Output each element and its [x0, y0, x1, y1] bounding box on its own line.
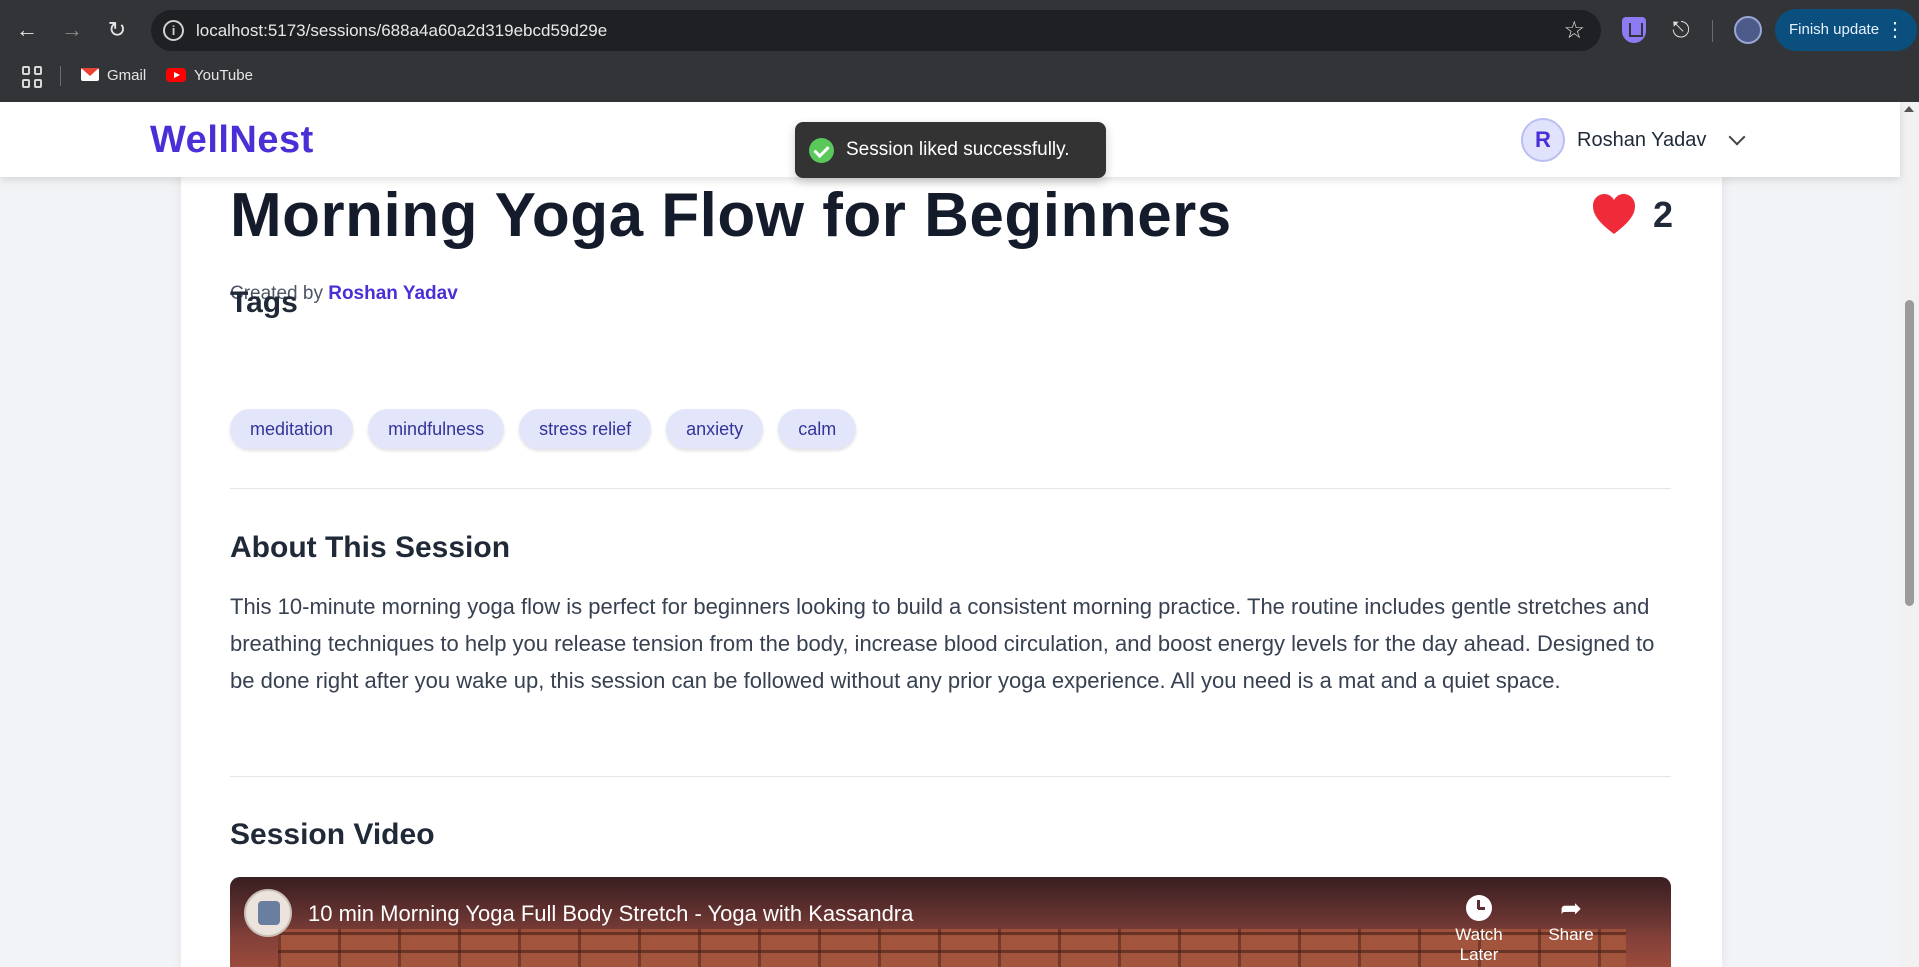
bookmark-label: Gmail — [107, 67, 147, 84]
extension-shield-icon[interactable] — [1622, 17, 1646, 43]
browser-toolbar: ← → ↻ i localhost:5173/sessions/688a4a60… — [0, 0, 1919, 60]
heart-icon[interactable] — [1591, 192, 1637, 236]
watch-later-label: Watch Later — [1455, 925, 1503, 964]
section-divider — [230, 488, 1671, 489]
video-title[interactable]: 10 min Morning Yoga Full Body Stretch - … — [308, 901, 913, 927]
section-divider — [230, 776, 1671, 777]
share-button[interactable]: ➦ Share — [1526, 891, 1616, 945]
tag-chip[interactable]: stress relief — [519, 409, 652, 449]
tag-chip[interactable]: calm — [778, 409, 857, 449]
share-label: Share — [1548, 925, 1594, 944]
clock-icon — [1466, 895, 1492, 921]
bookmarks-bar — [0, 60, 1919, 102]
more-menu-icon: ⋮ — [1885, 19, 1905, 41]
about-description: This 10-minute morning yoga flow is perf… — [230, 594, 1655, 693]
bookmark-gmail[interactable]: Gmail — [81, 65, 146, 87]
session-title: Morning Yoga Flow for Beginners — [230, 181, 1232, 250]
video-heading: Session Video — [230, 818, 435, 851]
apps-grid-icon[interactable] — [22, 66, 44, 88]
bookmark-youtube[interactable]: YouTube — [166, 65, 253, 87]
user-name[interactable]: Roshan Yadav — [1577, 129, 1706, 152]
tag-chip[interactable]: anxiety — [666, 409, 764, 449]
like-count: 2 — [1653, 194, 1674, 235]
tag-chip[interactable]: mindfulness — [368, 409, 505, 449]
watch-later-button[interactable]: Watch Later — [1434, 891, 1524, 965]
success-toast: Session liked successfully. — [795, 122, 1106, 178]
address-bar[interactable]: i localhost:5173/sessions/688a4a60a2d319… — [151, 10, 1601, 51]
scroll-up-arrow-icon[interactable] — [1904, 106, 1914, 112]
extensions-puzzle-icon[interactable]: ⎋ — [1666, 15, 1696, 45]
bookmark-label: YouTube — [194, 67, 253, 84]
back-arrow-icon[interactable]: ← — [11, 14, 43, 46]
url-text[interactable]: localhost:5173/sessions/688a4a60a2d319eb… — [196, 21, 607, 41]
channel-avatar[interactable] — [244, 889, 292, 937]
bookmarks-divider — [60, 66, 61, 86]
user-avatar[interactable]: R — [1521, 118, 1565, 162]
toast-message: Session liked successfully. — [846, 139, 1070, 160]
toolbar-divider — [1712, 20, 1713, 42]
tags-heading: Tags — [230, 286, 298, 319]
site-info-icon[interactable]: i — [163, 20, 184, 41]
chevron-down-icon[interactable] — [1728, 128, 1746, 146]
finish-update-button[interactable]: Finish update ⋮ — [1775, 9, 1917, 51]
finish-update-label: Finish update — [1789, 21, 1880, 38]
tag-chip[interactable]: meditation — [230, 409, 354, 449]
browser-profile-avatar[interactable] — [1734, 16, 1762, 44]
tag-list: meditation mindfulness stress relief anx… — [230, 409, 857, 449]
brand-logo[interactable]: WellNest — [150, 119, 314, 162]
about-heading: About This Session — [230, 531, 511, 564]
reload-icon[interactable]: ↻ — [101, 14, 133, 46]
bookmark-star-icon[interactable]: ☆ — [1563, 16, 1585, 45]
check-circle-icon — [809, 138, 834, 163]
youtube-icon — [166, 68, 186, 82]
author-link[interactable]: Roshan Yadav — [328, 283, 458, 304]
share-arrow-icon: ➦ — [1560, 893, 1582, 923]
forward-arrow-icon[interactable]: → — [56, 14, 88, 46]
session-card: Morning Yoga Flow for Beginners 2 Create… — [181, 150, 1722, 967]
scrollbar-thumb[interactable] — [1905, 300, 1914, 606]
gmail-icon — [81, 68, 99, 81]
video-embed[interactable]: 10 min Morning Yoga Full Body Stretch - … — [230, 877, 1671, 967]
